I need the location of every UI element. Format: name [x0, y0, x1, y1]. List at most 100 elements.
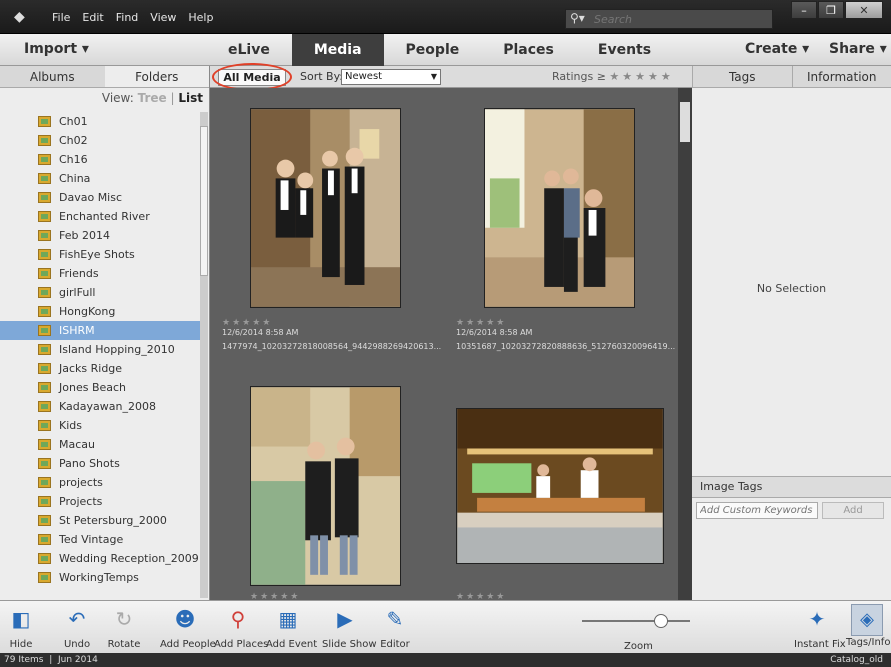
menu-file[interactable]: File	[52, 11, 70, 24]
media-thumbnail[interactable]: ★★★★★	[444, 366, 678, 600]
folder-item[interactable]: Feb 2014	[0, 226, 200, 245]
tab-folders[interactable]: Folders	[104, 66, 209, 87]
tab-information[interactable]: Information	[791, 66, 891, 87]
folder-item[interactable]: Pano Shots	[0, 454, 200, 473]
search-icon[interactable]: ⚲▾	[570, 11, 585, 25]
add-event-button[interactable]: ▦ Add Event	[266, 605, 317, 650]
folder-item[interactable]: ISHRM	[0, 321, 200, 340]
rating-stars[interactable]: ★★★★★	[222, 318, 441, 328]
tags-info-label: Tags/Info	[846, 637, 891, 648]
folder-icon	[38, 173, 51, 184]
view-list-toggle[interactable]: List	[178, 91, 203, 105]
view-tree-toggle[interactable]: Tree	[138, 91, 167, 105]
grid-scrollbar[interactable]	[678, 88, 692, 600]
folder-item[interactable]: Jones Beach	[0, 378, 200, 397]
folder-list: Ch01 Ch02 Ch16 China Davao Misc Enchanted Riv…	[0, 112, 200, 587]
folder-label: Ch16	[59, 153, 88, 166]
zoom-slider-handle[interactable]	[654, 614, 668, 628]
folder-item[interactable]: Island Hopping_2010	[0, 340, 200, 359]
app-logo-icon[interactable]: ◆	[14, 9, 30, 25]
tab-media[interactable]: Media	[291, 34, 384, 66]
rating-stars[interactable]: ★★★★★	[456, 318, 675, 328]
folder-icon	[38, 211, 51, 222]
folder-item[interactable]: Projects	[0, 492, 200, 511]
tag-icon[interactable]: ◈	[851, 604, 883, 636]
undo-button[interactable]: ↶ Undo	[62, 605, 92, 650]
minimize-button[interactable]: –	[791, 1, 817, 19]
add-people-icon: ☻	[174, 607, 196, 631]
folder-item[interactable]: Kids	[0, 416, 200, 435]
folder-item[interactable]: Wedding Reception_2009	[0, 549, 200, 568]
photo-image[interactable]	[484, 108, 635, 308]
tab-places[interactable]: Places	[481, 34, 576, 66]
slide-show-button[interactable]: ▶ Slide Show	[322, 605, 377, 650]
zoom-label: Zoom	[624, 641, 653, 652]
maximize-button[interactable]: ❐	[818, 1, 844, 19]
folder-item[interactable]: HongKong	[0, 302, 200, 321]
folder-label: Macau	[59, 438, 95, 451]
folder-item[interactable]: Friends	[0, 264, 200, 283]
hide-button[interactable]: ◧ Hide	[8, 605, 34, 650]
folder-item[interactable]: Ch01	[0, 112, 200, 131]
media-thumbnail[interactable]: ★★★★★ 12/6/2014 8:58 AM 10351687_1020327…	[444, 88, 678, 358]
folder-item[interactable]: Davao Misc	[0, 188, 200, 207]
close-button[interactable]: ✕	[845, 1, 883, 19]
photo-image[interactable]	[250, 386, 401, 586]
rotate-button[interactable]: ↻ Rotate	[106, 605, 142, 650]
folder-item[interactable]: Jacks Ridge	[0, 359, 200, 378]
scrollbar-thumb[interactable]	[200, 126, 208, 276]
folder-item[interactable]: Ch16	[0, 150, 200, 169]
add-keyword-button[interactable]: Add	[822, 502, 884, 519]
tags-info-button[interactable]: Tags/Info	[846, 637, 891, 648]
menu-view[interactable]: View	[150, 11, 176, 24]
tab-tags[interactable]: Tags	[692, 66, 792, 87]
folder-label: China	[59, 172, 91, 185]
folder-item[interactable]: FishEye Shots	[0, 245, 200, 264]
ratings-filter[interactable]: Ratings ≥ ★★★★★	[552, 70, 674, 83]
highlight-circle	[212, 63, 292, 91]
folder-item[interactable]: Kadayawan_2008	[0, 397, 200, 416]
media-thumbnail[interactable]: ★★★★★	[210, 366, 444, 600]
custom-keywords-input[interactable]	[696, 502, 818, 519]
create-button[interactable]: Create ▾	[745, 41, 809, 57]
menu-edit[interactable]: Edit	[82, 11, 103, 24]
folder-item[interactable]: Macau	[0, 435, 200, 454]
folder-icon	[38, 515, 51, 526]
media-thumbnail[interactable]: ★★★★★ 12/6/2014 8:58 AM 1477974_10203272…	[210, 88, 444, 358]
editor-button[interactable]: ✎ Editor	[380, 605, 410, 650]
folder-icon	[38, 439, 51, 450]
folder-item[interactable]: Ch02	[0, 131, 200, 150]
rating-stars[interactable]: ★★★★★	[456, 592, 506, 600]
folder-icon	[38, 344, 51, 355]
folder-icon	[38, 420, 51, 431]
folder-item[interactable]: projects	[0, 473, 200, 492]
add-places-button[interactable]: ⚲ Add Places	[214, 605, 268, 650]
rating-stars[interactable]: ★★★★★	[250, 592, 300, 600]
sort-select[interactable]: Newest ▼	[341, 69, 441, 85]
search-box[interactable]: ⚲▾	[565, 9, 773, 29]
menu-help[interactable]: Help	[188, 11, 213, 24]
share-button[interactable]: Share ▾	[829, 41, 887, 57]
zoom-slider[interactable]	[582, 620, 690, 622]
folder-scrollbar[interactable]	[200, 112, 208, 598]
add-people-button[interactable]: ☻ Add People	[160, 605, 216, 650]
tab-people[interactable]: People	[384, 34, 482, 66]
tab-albums[interactable]: Albums	[0, 66, 105, 87]
folder-item[interactable]: Ted Vintage	[0, 530, 200, 549]
ratings-stars-icon[interactable]: ★★★★★	[609, 70, 673, 83]
import-button[interactable]: Import ▾	[24, 41, 89, 57]
photo-image[interactable]	[250, 108, 401, 308]
catalog-name[interactable]: Catalog_old	[830, 653, 883, 667]
photo-image[interactable]	[456, 408, 664, 564]
folder-item[interactable]: Enchanted River	[0, 207, 200, 226]
tab-events[interactable]: Events	[576, 34, 673, 66]
folder-item[interactable]: girlFull	[0, 283, 200, 302]
instant-fix-button[interactable]: ✦ Instant Fix	[794, 605, 846, 650]
tab-elive[interactable]: eLive	[206, 34, 292, 66]
search-input[interactable]	[594, 11, 764, 27]
folder-item[interactable]: St Petersburg_2000	[0, 511, 200, 530]
scrollbar-thumb[interactable]	[680, 102, 690, 142]
menu-find[interactable]: Find	[116, 11, 139, 24]
folder-item[interactable]: China	[0, 169, 200, 188]
folder-item[interactable]: WorkingTemps	[0, 568, 200, 587]
